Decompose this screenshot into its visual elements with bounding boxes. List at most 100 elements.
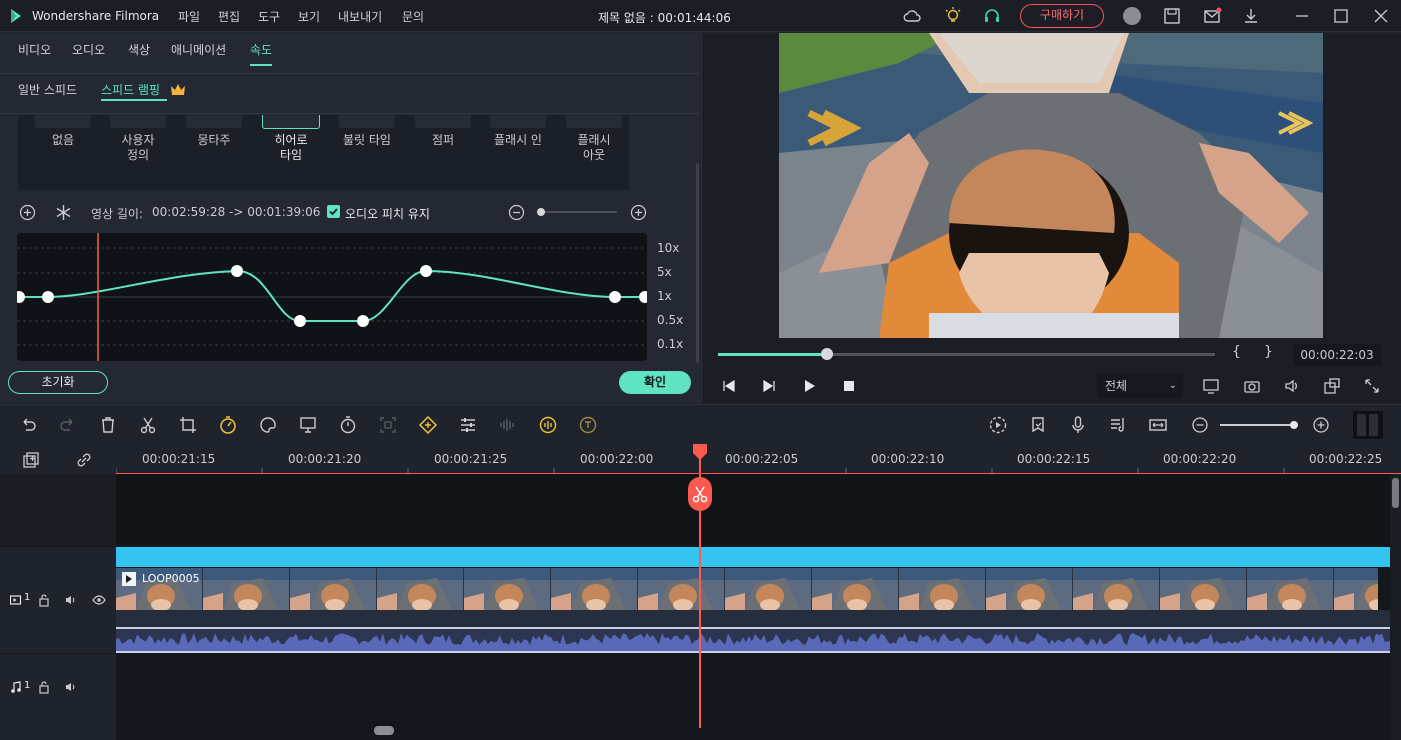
speed-icon[interactable] <box>218 415 238 435</box>
color-palette-icon[interactable] <box>258 415 278 435</box>
tab-animation[interactable]: 애니메이션 <box>171 41 226 58</box>
audio-split-icon[interactable] <box>498 415 518 435</box>
speed-curve-graph[interactable] <box>17 233 647 361</box>
redo-icon[interactable] <box>58 415 78 435</box>
layout-toggle-icon[interactable] <box>1353 411 1383 439</box>
next-frame-icon[interactable] <box>760 377 778 395</box>
timeline-vscroll[interactable] <box>1390 474 1401 740</box>
preset-bullet-time[interactable]: 불릿 타임 <box>335 133 399 148</box>
menu-view[interactable]: 보기 <box>298 8 320 25</box>
zoom-out-icon[interactable] <box>508 204 525 221</box>
preset-thumb[interactable] <box>415 115 471 128</box>
audio-waveform[interactable] <box>116 627 1391 651</box>
panel-scrollbar[interactable] <box>696 163 699 363</box>
audio-mixer-icon[interactable] <box>1108 415 1128 435</box>
download-icon[interactable] <box>1241 6 1261 26</box>
menu-export[interactable]: 내보내기 <box>338 8 382 25</box>
fit-timeline-icon[interactable] <box>1148 415 1168 435</box>
minimize-icon[interactable] <box>1292 6 1312 26</box>
link-icon[interactable] <box>75 451 93 469</box>
preset-jumper[interactable]: 점퍼 <box>415 133 471 148</box>
add-track-icon[interactable] <box>22 451 40 469</box>
tab-uniform-speed[interactable]: 일반 스피드 <box>18 81 77 98</box>
freeze-frame-icon[interactable] <box>55 204 72 221</box>
adjust-icon[interactable] <box>458 415 478 435</box>
lock-icon[interactable] <box>38 680 50 694</box>
preset-flash-in[interactable]: 플래시 인 <box>486 133 550 148</box>
preset-custom[interactable]: 사용자 정의 <box>110 133 166 163</box>
zoom-slider[interactable] <box>537 211 617 213</box>
microphone-icon[interactable] <box>1068 415 1088 435</box>
quality-select[interactable]: 전체 ⌄ <box>1097 374 1183 398</box>
tab-audio[interactable]: 오디오 <box>72 41 105 58</box>
undo-icon[interactable] <box>18 415 38 435</box>
maximize-icon[interactable] <box>1331 6 1351 26</box>
mute-icon[interactable] <box>64 593 78 607</box>
preset-thumb[interactable] <box>35 115 91 128</box>
vscroll-thumb[interactable] <box>1392 478 1399 508</box>
mark-in-icon[interactable]: { <box>1232 344 1241 360</box>
keyframe-icon[interactable] <box>418 415 438 435</box>
text-to-speech-icon[interactable] <box>578 415 598 435</box>
split-button[interactable] <box>688 477 712 511</box>
save-icon[interactable] <box>1162 6 1182 26</box>
tab-speed[interactable]: 속도 <box>250 41 273 66</box>
video-preview[interactable] <box>779 33 1323 338</box>
snapshot-icon[interactable] <box>1243 377 1261 395</box>
timeline-zoom-out-icon[interactable] <box>1190 415 1210 435</box>
hscroll-thumb[interactable] <box>374 726 394 735</box>
preview-seek-bar[interactable] <box>718 348 1215 360</box>
preset-montage[interactable]: 몽타주 <box>186 133 242 148</box>
scissors-icon[interactable] <box>138 415 158 435</box>
preset-thumb[interactable] <box>110 115 166 128</box>
timeline-zoom-in-icon[interactable] <box>1311 415 1331 435</box>
stop-icon[interactable] <box>840 377 858 395</box>
volume-icon[interactable] <box>1283 377 1301 395</box>
stabilize-icon[interactable] <box>378 415 398 435</box>
menu-edit[interactable]: 편집 <box>218 8 240 25</box>
tab-speed-ramping[interactable]: 스피드 램핑 <box>101 81 160 98</box>
seek-knob[interactable] <box>821 348 834 360</box>
clip-speed-bar[interactable] <box>116 547 1391 567</box>
preset-thumb[interactable] <box>490 115 546 128</box>
green-screen-icon[interactable] <box>298 415 318 435</box>
mark-out-icon[interactable]: } <box>1264 344 1273 360</box>
lightbulb-icon[interactable] <box>943 6 963 26</box>
play-icon[interactable] <box>800 377 818 395</box>
timer-icon[interactable] <box>338 415 358 435</box>
buy-button[interactable]: 구매하기 <box>1020 4 1104 28</box>
menu-file[interactable]: 파일 <box>178 8 200 25</box>
preset-hero-time[interactable]: 히어로 타임 <box>262 133 320 163</box>
speed-curve[interactable] <box>17 233 647 361</box>
playhead-handle-icon[interactable] <box>692 444 708 460</box>
headset-icon[interactable] <box>982 6 1002 26</box>
cloud-icon[interactable] <box>902 6 922 26</box>
render-preview-icon[interactable] <box>988 415 1008 435</box>
keep-pitch-checkbox[interactable] <box>327 205 340 218</box>
preset-thumb[interactable] <box>566 115 622 128</box>
display-icon[interactable] <box>1202 377 1220 395</box>
delete-icon[interactable] <box>98 415 118 435</box>
mute-icon[interactable] <box>64 680 78 694</box>
tab-video[interactable]: 비디오 <box>18 41 51 58</box>
pip-icon[interactable] <box>1323 377 1341 395</box>
preset-none[interactable]: 없음 <box>43 133 83 148</box>
preset-thumb-selected[interactable] <box>262 115 320 129</box>
avatar[interactable] <box>1123 7 1141 25</box>
lock-icon[interactable] <box>38 593 50 607</box>
fullscreen-icon[interactable] <box>1363 377 1381 395</box>
zoom-in-icon[interactable] <box>630 204 647 221</box>
eye-icon[interactable] <box>92 593 106 607</box>
timeline-zoom-slider[interactable] <box>1220 424 1296 426</box>
close-icon[interactable] <box>1371 6 1391 26</box>
preset-thumb[interactable] <box>186 115 242 128</box>
timeline-zoom-knob[interactable] <box>1290 421 1298 429</box>
preset-thumb[interactable] <box>339 115 395 128</box>
audio-stretch-icon[interactable] <box>538 415 558 435</box>
video-clip[interactable]: LOOP0005 <box>116 568 1378 610</box>
prev-frame-icon[interactable] <box>720 377 738 395</box>
reset-button[interactable]: 초기화 <box>8 371 108 394</box>
ok-button[interactable]: 확인 <box>619 371 691 394</box>
preset-flash-out[interactable]: 플래시 아웃 <box>566 133 622 163</box>
tab-color[interactable]: 색상 <box>128 41 150 58</box>
